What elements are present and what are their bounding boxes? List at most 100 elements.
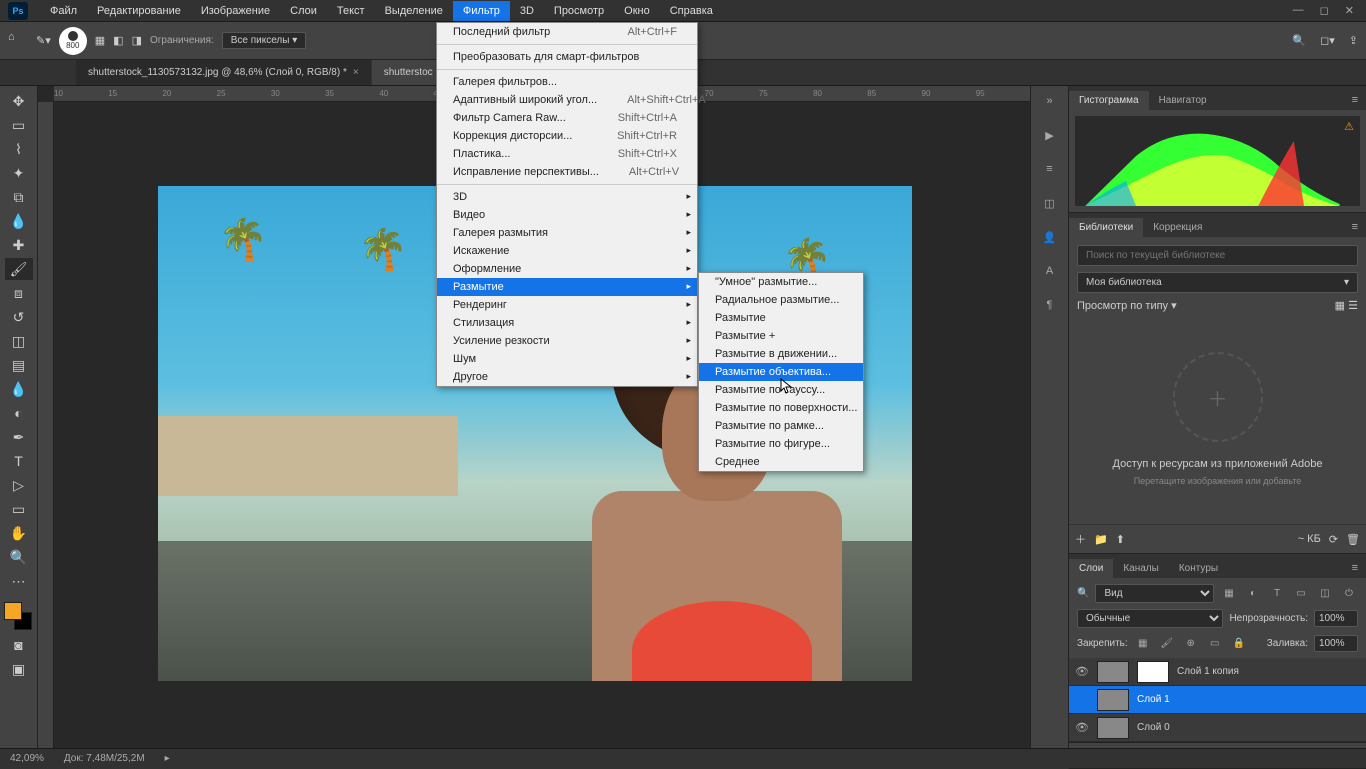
trash-icon[interactable]: 🗑 (1346, 533, 1360, 546)
dock-type-icon[interactable]: A (1039, 260, 1061, 282)
menu-редактирование[interactable]: Редактирование (87, 1, 191, 21)
move-tool[interactable]: ✥ (5, 90, 33, 112)
visibility-toggle[interactable]: 👁 (1075, 721, 1089, 734)
blur-menu-item[interactable]: Размытие объектива... (699, 363, 863, 381)
add-asset-icon[interactable]: ＋ (1075, 531, 1086, 547)
upload-icon[interactable]: ⬆ (1116, 533, 1125, 546)
workspace-icon[interactable]: ◻▾ (1320, 34, 1335, 47)
lock-brush-icon[interactable]: 🖌 (1158, 634, 1176, 652)
menu-3d[interactable]: 3D (510, 1, 544, 21)
brush-panel-icon[interactable]: ▦ (95, 34, 105, 47)
eyedropper-tool[interactable]: 💧 (5, 210, 33, 232)
panel-menu-icon[interactable]: ≡ (1344, 558, 1366, 578)
screen-mode-toggle[interactable]: ▣ (5, 658, 33, 680)
filter-menu-item[interactable]: Усиление резкости (437, 332, 697, 350)
folder-icon[interactable]: 📁 (1094, 533, 1108, 546)
filter-menu-item[interactable]: Стилизация (437, 314, 697, 332)
blur-tool[interactable]: 💧 (5, 378, 33, 400)
filter-pixel-icon[interactable]: ▦ (1220, 585, 1238, 603)
library-search-input[interactable] (1077, 245, 1358, 266)
filter-menu-item[interactable]: Оформление (437, 260, 697, 278)
gradient-tool[interactable]: ▤ (5, 354, 33, 376)
healing-tool[interactable]: ✚ (5, 234, 33, 256)
lasso-tool[interactable]: ⌇ (5, 138, 33, 160)
search-icon[interactable]: 🔍 (1292, 34, 1306, 47)
minimize-icon[interactable]: — (1293, 4, 1304, 17)
opacity-input[interactable] (1314, 610, 1358, 627)
dock-people-icon[interactable]: 👤 (1039, 226, 1061, 248)
filter-menu-item[interactable]: Фильтр Camera Raw...Shift+Ctrl+A (437, 109, 697, 127)
blur-menu-item[interactable]: Размытие в движении... (699, 345, 863, 363)
grid-view-icon[interactable]: ▦ (1335, 300, 1345, 312)
blur-menu-item[interactable]: Размытие + (699, 327, 863, 345)
more-tools[interactable]: ⋯ (5, 570, 33, 592)
visibility-toggle[interactable]: 👁 (1075, 665, 1089, 678)
filter-menu-item[interactable]: Последний фильтрAlt+Ctrl+F (437, 23, 697, 41)
list-view-icon[interactable]: ☰ (1348, 300, 1358, 312)
blur-menu-item[interactable]: Размытие по фигуре... (699, 435, 863, 453)
layer-thumbnail[interactable] (1097, 661, 1129, 683)
filter-menu-item[interactable]: Галерея фильтров... (437, 73, 697, 91)
quick-mask-toggle[interactable]: ◙ (5, 634, 33, 656)
filter-menu-item[interactable]: Исправление перспективы...Alt+Ctrl+V (437, 163, 697, 181)
filter-menu-item[interactable]: Искажение (437, 242, 697, 260)
layer-item[interactable]: 👁 Слой 1 копия (1069, 658, 1366, 686)
filter-toggle-icon[interactable]: ⏻ (1340, 585, 1358, 603)
layer-name[interactable]: Слой 1 копия (1177, 666, 1239, 677)
menu-окно[interactable]: Окно (614, 1, 660, 21)
tab-layers[interactable]: Слои (1069, 559, 1113, 578)
blur-menu-item[interactable]: Размытие (699, 309, 863, 327)
filter-menu-item[interactable]: Коррекция дисторсии...Shift+Ctrl+R (437, 127, 697, 145)
type-tool[interactable]: T (5, 450, 33, 472)
hand-tool[interactable]: ✋ (5, 522, 33, 544)
panel-menu-icon[interactable]: ≡ (1344, 90, 1366, 110)
filter-smart-icon[interactable]: ◫ (1316, 585, 1334, 603)
library-select[interactable]: Моя библиотека▾ (1077, 272, 1358, 293)
home-icon[interactable]: ⌂ (8, 31, 28, 51)
layer-name[interactable]: Слой 0 (1137, 722, 1170, 733)
zoom-level[interactable]: 42,09% (10, 753, 44, 764)
tab-libraries[interactable]: Библиотеки (1069, 218, 1143, 237)
panel-menu-icon[interactable]: ≡ (1344, 217, 1366, 237)
menu-выделение[interactable]: Выделение (375, 1, 453, 21)
color-swatches[interactable] (4, 602, 34, 632)
filter-menu-item[interactable]: Другое (437, 368, 697, 386)
marquee-tool[interactable]: ▭ (5, 114, 33, 136)
blur-menu-item[interactable]: Размытие по поверхности... (699, 399, 863, 417)
tab-channels[interactable]: Каналы (1113, 559, 1169, 578)
doc-info-arrow-icon[interactable]: ▸ (165, 753, 170, 764)
layer-thumbnail[interactable] (1097, 717, 1129, 739)
layer-item[interactable]: Слой 1 (1069, 686, 1366, 714)
tab-histogram[interactable]: Гистограмма (1069, 91, 1149, 110)
blur-menu-item[interactable]: Размытие по рамке... (699, 417, 863, 435)
blend-mode-select[interactable]: Обычные (1077, 609, 1223, 628)
lock-pixels-icon[interactable]: ▦ (1134, 634, 1152, 652)
brush-blend-icon[interactable]: ◧ (113, 34, 123, 47)
filter-menu-item[interactable]: Галерея размытия (437, 224, 697, 242)
filter-menu-item[interactable]: Видео (437, 206, 697, 224)
menu-текст[interactable]: Текст (327, 1, 375, 21)
maximize-icon[interactable]: ◻ (1320, 4, 1329, 17)
menu-просмотр[interactable]: Просмотр (544, 1, 614, 21)
fill-input[interactable] (1314, 635, 1358, 652)
menu-фильтр[interactable]: Фильтр (453, 1, 510, 21)
history-brush-tool[interactable]: ↺ (5, 306, 33, 328)
dock-paragraph-icon[interactable]: ¶ (1039, 294, 1061, 316)
filter-menu-item[interactable]: Пластика...Shift+Ctrl+X (437, 145, 697, 163)
menu-файл[interactable]: Файл (40, 1, 87, 21)
filter-menu-item[interactable]: Адаптивный широкий угол...Alt+Shift+Ctrl… (437, 91, 697, 109)
zoom-tool[interactable]: 🔍 (5, 546, 33, 568)
quick-select-tool[interactable]: ✦ (5, 162, 33, 184)
pen-tool[interactable]: ✒ (5, 426, 33, 448)
close-icon[interactable]: ✕ (1345, 4, 1354, 17)
filter-menu-item[interactable]: 3D (437, 188, 697, 206)
layer-name[interactable]: Слой 1 (1137, 694, 1170, 705)
fg-color[interactable] (4, 602, 22, 620)
dock-adjust-icon[interactable]: ≡ (1039, 158, 1061, 180)
path-select-tool[interactable]: ▷ (5, 474, 33, 496)
share-icon[interactable]: ⇪ (1349, 34, 1358, 47)
eraser-tool[interactable]: ◫ (5, 330, 33, 352)
shape-tool[interactable]: ▭ (5, 498, 33, 520)
sync-icon[interactable]: ⟳ (1329, 533, 1338, 546)
filter-adjust-icon[interactable]: ◐ (1244, 585, 1262, 603)
